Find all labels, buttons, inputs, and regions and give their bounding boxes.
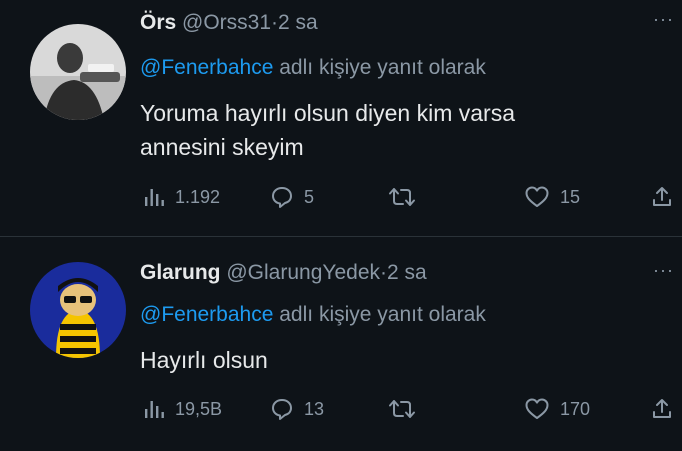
reply-context: @Fenerbahce adlı kişiye yanıt olarak bbox=[140, 302, 486, 328]
views-count: 19,5B bbox=[175, 398, 223, 419]
tweet[interactable]: Örs @Orss31·2 sa ··· @Fenerbahce adlı ki… bbox=[0, 0, 682, 236]
like-button[interactable]: 15 bbox=[524, 182, 580, 212]
reply-button[interactable]: 13 bbox=[270, 394, 324, 424]
tweet-text-line: Hayırlı olsun bbox=[140, 347, 268, 373]
separator-dot: · bbox=[271, 11, 279, 34]
tweet-header: Glarung @GlarungYedek·2 sa bbox=[140, 260, 427, 286]
views-chart-icon bbox=[145, 189, 164, 206]
share-icon bbox=[653, 399, 671, 418]
like-count: 15 bbox=[560, 186, 581, 207]
heart-icon bbox=[525, 186, 549, 207]
tweet-text-line: Yoruma hayırlı olsun diyen kim varsa bbox=[140, 100, 515, 126]
more-dots-icon[interactable]: ··· bbox=[653, 261, 674, 279]
reply-bubble-icon bbox=[272, 399, 292, 420]
retweet-button[interactable] bbox=[388, 394, 426, 424]
timestamp[interactable]: 2 sa bbox=[278, 11, 318, 34]
more-dots-icon[interactable]: ··· bbox=[653, 10, 674, 28]
retweet-icon bbox=[389, 400, 415, 418]
avatar[interactable] bbox=[30, 24, 126, 120]
reply-button[interactable]: 5 bbox=[270, 182, 314, 212]
timestamp[interactable]: 2 sa bbox=[387, 261, 427, 284]
views-count: 1.192 bbox=[175, 186, 221, 207]
separator-dot: · bbox=[380, 261, 388, 284]
retweet-button[interactable] bbox=[388, 182, 426, 212]
tweet-text: Hayırlı olsun bbox=[140, 343, 640, 377]
share-button[interactable] bbox=[650, 182, 674, 212]
retweet-icon bbox=[389, 188, 415, 206]
reply-context-label: adlı kişiye yanıt olarak bbox=[279, 303, 486, 326]
views-button[interactable]: 1.192 bbox=[143, 182, 220, 212]
tweet-header: Örs @Orss31·2 sa bbox=[140, 10, 318, 36]
views-button[interactable]: 19,5B bbox=[143, 394, 222, 424]
reply-bubble-icon bbox=[272, 187, 292, 208]
like-button[interactable]: 170 bbox=[524, 394, 590, 424]
tweet-text: Yoruma hayırlı olsun diyen kim varsa ann… bbox=[140, 96, 640, 164]
views-chart-icon bbox=[145, 401, 164, 418]
display-name[interactable]: Örs bbox=[140, 11, 176, 34]
mention-link[interactable]: @Fenerbahce bbox=[140, 303, 273, 326]
reply-count: 13 bbox=[304, 398, 325, 419]
tweet-feed: Örs @Orss31·2 sa ··· @Fenerbahce adlı ki… bbox=[0, 0, 682, 451]
display-name[interactable]: Glarung bbox=[140, 261, 221, 284]
tweet[interactable]: Glarung @GlarungYedek·2 sa ··· @Fenerbah… bbox=[0, 237, 682, 451]
like-count: 170 bbox=[560, 398, 591, 419]
user-handle[interactable]: @GlarungYedek bbox=[226, 261, 380, 284]
heart-icon bbox=[525, 398, 549, 419]
tweet-actions: 19,5B 13 170 bbox=[0, 394, 682, 424]
share-button[interactable] bbox=[650, 394, 674, 424]
mention-link[interactable]: @Fenerbahce bbox=[140, 56, 273, 79]
reply-count: 5 bbox=[304, 186, 315, 207]
reply-context-label: adlı kişiye yanıt olarak bbox=[279, 56, 486, 79]
avatar[interactable] bbox=[30, 262, 126, 358]
share-icon bbox=[653, 187, 671, 206]
reply-context: @Fenerbahce adlı kişiye yanıt olarak bbox=[140, 55, 486, 81]
tweet-actions: 1.192 5 15 bbox=[0, 182, 682, 212]
tweet-text-line: annesini skeyim bbox=[140, 134, 304, 160]
user-handle[interactable]: @Orss31 bbox=[182, 11, 271, 34]
